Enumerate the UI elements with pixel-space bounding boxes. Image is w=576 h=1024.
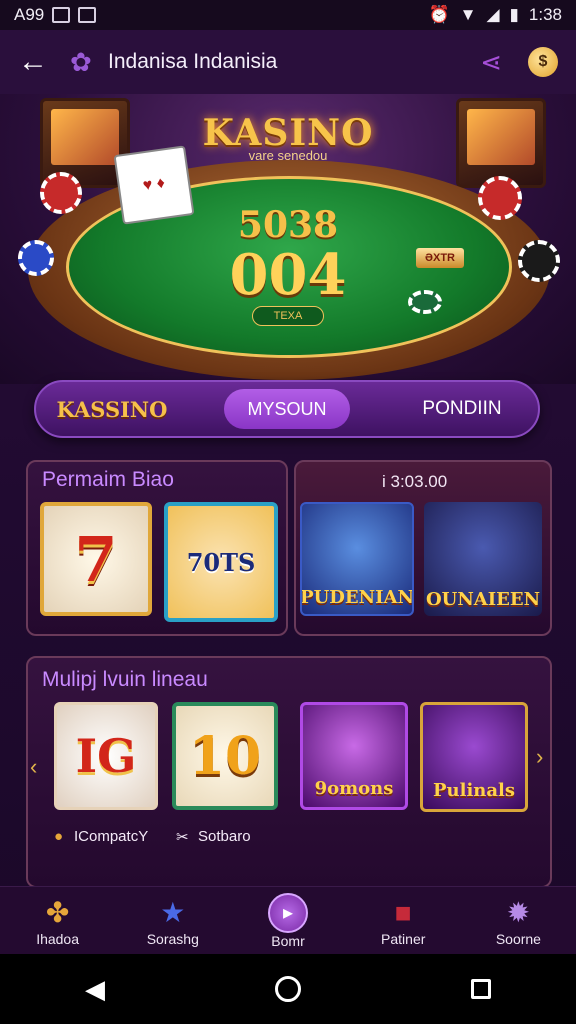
coin-glyph: ● xyxy=(54,828,64,845)
battery-icon: ▮ xyxy=(509,5,519,24)
game-tile-label: PUDENIAN xyxy=(300,587,414,608)
coin-icon: ● xyxy=(54,828,63,845)
notification-icon-2 xyxy=(78,7,97,23)
nav-item-home[interactable]: ✤ Ihadoa xyxy=(0,887,115,954)
nav-label: Patiner xyxy=(381,930,426,947)
system-recents-icon[interactable] xyxy=(471,979,491,999)
alarm-icon: ⏰ xyxy=(428,5,450,24)
status-bar: A99 ⏰ ▼ ◢ ▮ 1:38 xyxy=(0,0,576,30)
back-arrow-icon[interactable]: ← xyxy=(18,45,58,79)
game-tile-label: IG xyxy=(75,729,137,783)
notification-icon xyxy=(52,7,71,23)
game-tile-sevens[interactable]: 7 xyxy=(40,502,152,616)
jackpot-small: 5038 xyxy=(237,204,339,246)
game-tile-label: 7 xyxy=(74,522,118,596)
nav-item-search[interactable]: ★ Sorashg xyxy=(115,887,230,954)
category-tabs: KASSINO MYSOUN PONDIIN xyxy=(34,380,540,438)
clock: 1:38 xyxy=(528,5,562,24)
nav-label: Bomr xyxy=(271,932,305,949)
chevron-left-icon[interactable]: ‹ xyxy=(30,754,37,780)
flower-icon: ✿ xyxy=(70,46,92,77)
game-tile-pudenian[interactable]: PUDENIAN xyxy=(300,502,414,616)
page-title: Indanisa Indanisia xyxy=(108,50,278,73)
tab-mysoun[interactable]: MYSOUN xyxy=(224,389,350,429)
jackpot-main: 004 xyxy=(229,242,347,308)
nav-label: Sorashg xyxy=(146,930,199,947)
carrier-label: A99 xyxy=(14,5,45,24)
system-nav-bar: ◀ xyxy=(0,954,576,1024)
game-tile-ounaieen[interactable]: OUNAIEEN xyxy=(424,502,542,616)
app-bar: ← ✿ Indanisa Indanisia ⋖ $ xyxy=(0,30,576,94)
game-tile-label: Pulinals xyxy=(432,780,516,801)
section-title: Mulipj lvuin lineau xyxy=(42,668,208,691)
game-tile-label: OUNAIEEN xyxy=(425,589,541,610)
hero-badge: ƏXTR xyxy=(416,248,464,268)
screen: A99 ⏰ ▼ ◢ ▮ 1:38 ← ✿ Indanisa Indanisia … xyxy=(0,0,576,1024)
section-title: Permaim Biao xyxy=(42,468,174,491)
game-tile-pulinals[interactable]: Pulinals xyxy=(420,702,528,812)
nav-item-partner[interactable]: ■ Patiner xyxy=(346,887,461,954)
hero-button[interactable]: TEXA xyxy=(252,306,324,326)
game-tile-label: 9omons xyxy=(314,778,394,799)
puzzle-icon: ✤ xyxy=(45,896,70,928)
section-footer-right: Sotbaro xyxy=(198,828,251,845)
play-icon: ▸ xyxy=(268,892,308,933)
section-meta: i 3:03.00 xyxy=(382,472,448,491)
tab-kassino[interactable]: KASSINO xyxy=(36,397,188,422)
chevron-right-icon[interactable]: › xyxy=(536,744,543,770)
game-tile-label: 10 xyxy=(188,725,262,787)
gear-icon: ✹ xyxy=(506,896,531,928)
bottom-nav: ✤ Ihadoa ★ Sorashg ▸ Bomr ■ Patiner ✹ So… xyxy=(0,886,576,954)
hero-banner[interactable]: ♥ ♦ KASINO vare senedou 5038 004 ƏXTR TE… xyxy=(0,94,576,384)
gift-icon: ■ xyxy=(394,896,412,928)
tab-pondiin[interactable]: PONDIIN xyxy=(386,398,538,420)
game-tile-ig[interactable]: IG xyxy=(54,702,158,810)
game-tile-9omons[interactable]: 9omons xyxy=(300,702,408,810)
nav-label: Ihadoa xyxy=(36,930,80,947)
system-back-icon[interactable]: ◀ xyxy=(85,974,105,1005)
share-icon[interactable]: ⋖ xyxy=(480,47,502,78)
star-icon: ★ xyxy=(160,896,186,928)
nav-item-settings[interactable]: ✹ Soorne xyxy=(461,887,576,954)
nav-label: Soorne xyxy=(495,930,541,947)
coin-icon[interactable]: $ xyxy=(528,47,558,77)
wifi-icon: ▼ xyxy=(459,5,477,24)
signal-icon: ◢ xyxy=(486,5,500,24)
game-tile-70ts[interactable]: 70TS xyxy=(164,502,278,622)
nav-item-play[interactable]: ▸ Bomr xyxy=(230,887,345,954)
scissors-icon: ✂ xyxy=(176,829,189,846)
game-tile-label: 70TS xyxy=(186,547,256,577)
system-home-icon[interactable] xyxy=(275,976,301,1002)
game-tile-10[interactable]: 10 xyxy=(172,702,278,810)
casino-tagline: vare senedou xyxy=(248,148,328,163)
section-footer-left: ICompatcY xyxy=(74,828,149,845)
